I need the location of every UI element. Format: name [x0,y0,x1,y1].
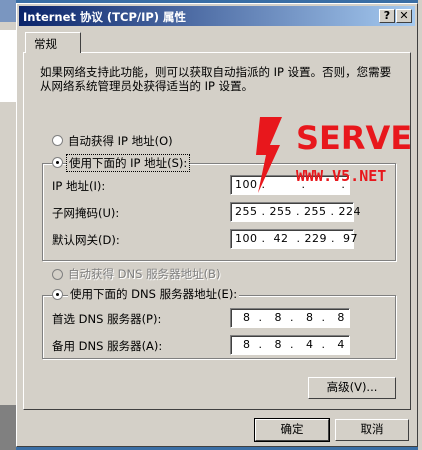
auto-ip-label[interactable]: 自动获得 IP 地址(O) [68,133,173,149]
tab-general[interactable]: 常规 [25,32,81,53]
ip-address-input[interactable]: 100 . . . [230,175,350,195]
cancel-button[interactable]: 取消 [335,419,409,441]
window-title: Internet 协议 (TCP/IP) 属性 [23,10,187,24]
tcpip-properties-dialog: Internet 协议 (TCP/IP) 属性 ? ✕ 常规 如果网络支持此功能… [16,3,418,447]
close-button[interactable]: ✕ [396,9,412,23]
preferred-dns-input[interactable]: 8 . 8 . 8 . 8 [230,308,350,328]
background-taskbar-area [0,405,16,450]
manual-ip-radio[interactable] [52,157,63,168]
auto-dns-label[interactable]: 自动获得 DNS 服务器地址(B) [68,266,220,282]
alternate-dns-label: 备用 DNS 服务器(A): [52,339,163,353]
ip-address-label: IP 地址(I): [52,179,106,193]
subnet-mask-label: 子网掩码(U): [52,206,120,220]
default-gateway-label: 默认网关(D): [52,233,120,247]
background-window-edge [418,0,422,450]
help-button[interactable]: ? [379,9,395,23]
background-panel [0,30,16,102]
tab-panel-general: 如果网络支持此功能，则可以获取自动指派的 IP 设置。否则，您需要从网络系统管理… [23,52,411,410]
auto-dns-radio[interactable] [52,269,63,280]
preferred-dns-label: 首选 DNS 服务器(P): [52,312,162,326]
advanced-button[interactable]: 高级(V)... [308,377,396,399]
title-bar[interactable]: Internet 协议 (TCP/IP) 属性 ? ✕ [19,6,415,26]
manual-dns-label[interactable]: 使用下面的 DNS 服务器地址(E): [68,286,240,302]
manual-dns-radio[interactable] [52,289,63,300]
description-text: 如果网络支持此功能，则可以获取自动指派的 IP 设置。否则，您需要从网络系统管理… [40,65,392,93]
ok-button[interactable]: 确定 [254,418,330,442]
alternate-dns-input[interactable]: 8 . 8 . 4 . 4 [230,335,350,355]
background-titlebar [0,0,16,22]
auto-ip-radio[interactable] [52,135,63,146]
background-window [0,0,16,450]
subnet-mask-input[interactable]: 255 . 255 . 255 . 224 [230,202,360,222]
manual-ip-label[interactable]: 使用下面的 IP 地址(S): [66,154,191,172]
default-gateway-input[interactable]: 100 . 42 . 229 . 97 [230,229,357,249]
